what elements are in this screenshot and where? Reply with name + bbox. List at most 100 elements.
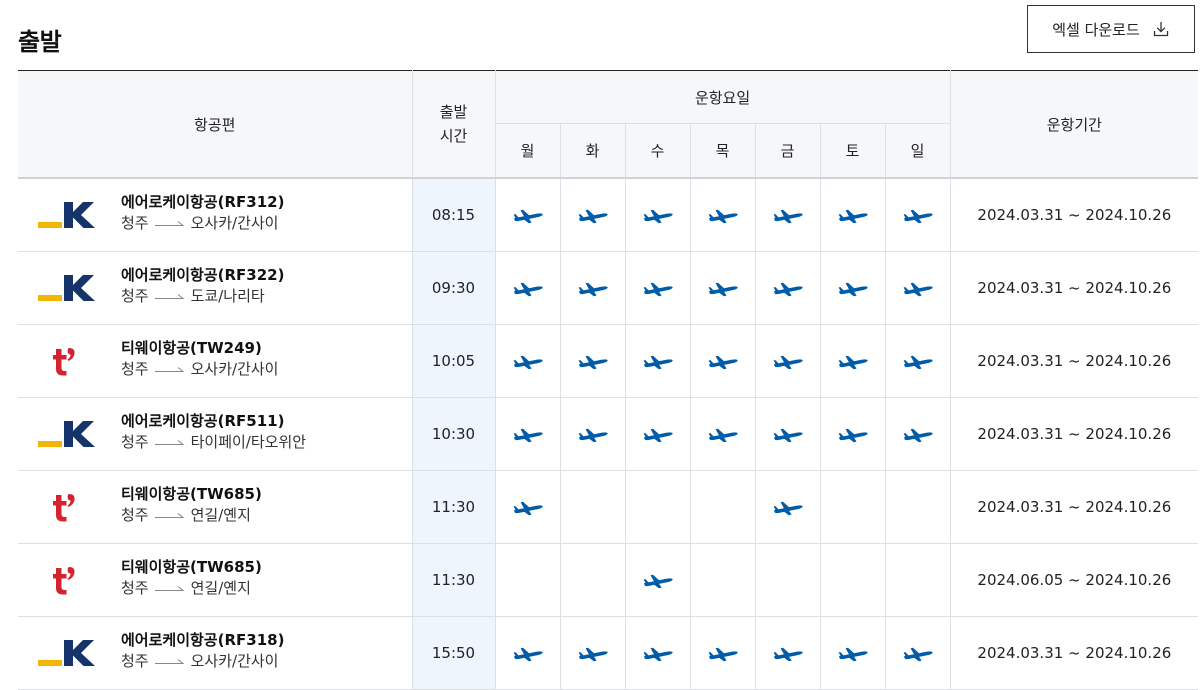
plane-icon — [577, 644, 609, 662]
day-cell-1 — [494, 177, 561, 252]
download-icon — [1153, 22, 1168, 37]
departure-time: 11:30 — [411, 543, 496, 617]
plane-icon — [707, 644, 739, 662]
day-cell-1 — [494, 251, 561, 325]
plane-icon — [902, 352, 934, 370]
day-cell-3 — [624, 397, 691, 471]
plane-icon — [642, 352, 674, 370]
table-row: 티웨이항공(TW685) 청주 연길/옌지 11:30 2024.03.31 ~ 202… — [18, 470, 1199, 544]
plane-icon — [902, 644, 934, 662]
day-cell-4 — [689, 543, 756, 617]
tway-logo — [36, 560, 104, 600]
flight-name: 에어로케이항공(RF312) — [121, 193, 285, 211]
day-cell-5 — [754, 470, 821, 544]
day-cell-1 — [494, 324, 561, 398]
plane-icon — [772, 644, 804, 662]
route-arrow-icon — [154, 294, 185, 299]
day-cell-6 — [819, 324, 886, 398]
day-cell-3 — [624, 616, 691, 690]
route-destination: 타이페이/타오위안 — [190, 433, 307, 451]
plane-icon — [772, 352, 804, 370]
day-cell-3 — [624, 251, 691, 325]
day-cell-3 — [624, 177, 691, 252]
route-arrow-icon — [154, 440, 185, 445]
table-row: 에어로케이항공(RF511) 청주 타이페이/타오위안 10:30 2024.03.31… — [18, 397, 1199, 471]
day-cell-4 — [689, 177, 756, 252]
table-row: 티웨이항공(TW249) 청주 오사카/간사이 10:05 2024.03.31 ~ 2… — [18, 324, 1199, 398]
departure-time: 11:30 — [411, 470, 496, 544]
day-cell-1 — [494, 470, 561, 544]
route-destination: 연길/옌지 — [190, 506, 251, 524]
flight-cell: 티웨이항공(TW685) 청주 연길/옌지 — [18, 470, 413, 544]
departure-time: 10:30 — [411, 397, 496, 471]
operating-period: 2024.03.31 ~ 2024.10.26 — [949, 397, 1199, 471]
aero-k-logo — [36, 268, 104, 308]
day-cell-2 — [559, 470, 626, 544]
header-operating-days: 운항요일 — [494, 70, 951, 124]
plane-icon — [512, 279, 544, 297]
header-day-5: 금 — [754, 123, 821, 179]
route-origin: 청주 — [121, 579, 149, 597]
plane-icon — [512, 425, 544, 443]
header-day-3: 수 — [624, 123, 691, 179]
day-cell-2 — [559, 397, 626, 471]
day-cell-5 — [754, 177, 821, 252]
plane-icon — [512, 644, 544, 662]
flight-route: 청주 오사카/간사이 — [121, 212, 284, 234]
flight-route: 청주 오사카/간사이 — [121, 650, 284, 672]
day-cell-1 — [494, 616, 561, 690]
route-origin: 청주 — [121, 360, 149, 378]
flight-name: 에어로케이항공(RF322) — [121, 266, 285, 284]
aero-k-logo — [36, 414, 104, 454]
route-destination: 오사카/간사이 — [190, 214, 279, 232]
flight-name: 에어로케이항공(RF318) — [121, 631, 285, 649]
day-cell-4 — [689, 470, 756, 544]
flight-name: 티웨이항공(TW685) — [121, 485, 262, 503]
day-cell-5 — [754, 251, 821, 325]
aero-k-logo — [36, 195, 104, 235]
flight-cell: 에어로케이항공(RF312) 청주 오사카/간사이 — [18, 177, 413, 252]
flight-route: 청주 연길/옌지 — [121, 577, 262, 599]
route-destination: 오사카/간사이 — [190, 360, 279, 378]
day-cell-2 — [559, 324, 626, 398]
operating-period: 2024.03.31 ~ 2024.10.26 — [949, 177, 1199, 252]
flight-name: 티웨이항공(TW249) — [121, 339, 262, 357]
departure-schedule-table: 항공편 출발 시간 운항요일 운항기간 월화수목금토일 에어로케이항공(RF31… — [18, 70, 1199, 690]
operating-period: 2024.03.31 ~ 2024.10.26 — [949, 324, 1199, 398]
plane-icon — [577, 206, 609, 224]
day-cell-1 — [494, 397, 561, 471]
operating-period: 2024.03.31 ~ 2024.10.26 — [949, 616, 1199, 690]
excel-download-label: 엑셀 다운로드 — [1052, 20, 1140, 39]
route-destination: 도쿄/나리타 — [190, 287, 265, 305]
plane-icon — [837, 279, 869, 297]
day-cell-6 — [819, 543, 886, 617]
header-period: 운항기간 — [949, 70, 1199, 179]
table-row: 티웨이항공(TW685) 청주 연길/옌지 11:30 2024.06.05 ~ 202… — [18, 543, 1199, 617]
route-origin: 청주 — [121, 214, 149, 232]
route-origin: 청주 — [121, 287, 149, 305]
route-origin: 청주 — [121, 506, 149, 524]
day-cell-2 — [559, 177, 626, 252]
route-destination: 연길/옌지 — [190, 579, 251, 597]
day-cell-1 — [494, 543, 561, 617]
excel-download-button[interactable]: 엑셀 다운로드 — [1027, 5, 1195, 53]
day-cell-7 — [884, 616, 951, 690]
plane-icon — [642, 644, 674, 662]
table-row: 에어로케이항공(RF318) 청주 오사카/간사이 15:50 2024.03.31 ~… — [18, 616, 1199, 690]
plane-icon — [772, 498, 804, 516]
flight-route: 청주 오사카/간사이 — [121, 358, 278, 380]
plane-icon — [577, 279, 609, 297]
flight-cell: 에어로케이항공(RF318) 청주 오사카/간사이 — [18, 616, 413, 690]
plane-icon — [837, 644, 869, 662]
route-origin: 청주 — [121, 652, 149, 670]
day-cell-7 — [884, 470, 951, 544]
tway-logo — [36, 341, 104, 381]
flight-route: 청주 도쿄/나리타 — [121, 285, 284, 307]
flight-route: 청주 타이페이/타오위안 — [121, 431, 306, 453]
day-cell-6 — [819, 251, 886, 325]
day-cell-6 — [819, 470, 886, 544]
day-cell-2 — [559, 616, 626, 690]
day-cell-7 — [884, 397, 951, 471]
plane-icon — [707, 206, 739, 224]
plane-icon — [707, 279, 739, 297]
